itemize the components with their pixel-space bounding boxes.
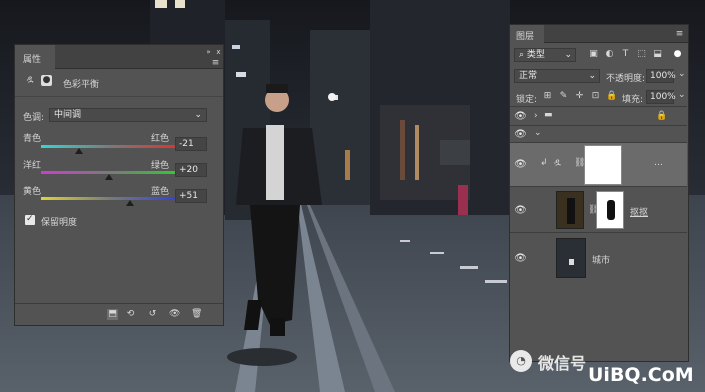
blend-mode-value: 正常: [519, 71, 538, 81]
filter-kind-dropdown[interactable]: ⌕ 类型 ⌄: [514, 48, 576, 62]
filter-type-icon[interactable]: T: [620, 49, 631, 60]
check-icon: ✓: [26, 214, 34, 224]
tone-dropdown[interactable]: 中间调 ⌄: [49, 108, 207, 122]
tab-layers[interactable]: 图层: [510, 25, 544, 43]
visibility-eye-icon[interactable]: 👁: [514, 204, 527, 217]
tab-properties-label: 属性: [23, 55, 42, 65]
layer-thumbnail: [556, 191, 584, 229]
layer-row-group-open[interactable]: 👁 ⌄: [510, 125, 687, 142]
slider-yellow-label: 黄色: [23, 187, 42, 197]
watermark-text: 微信号: [538, 354, 587, 373]
collapse-chevron-icon[interactable]: ⌄: [534, 128, 542, 138]
color-balance-icon: ዷ: [26, 75, 34, 85]
slider-cyan-label: 青色: [23, 134, 42, 144]
layer-name[interactable]: 城市: [592, 253, 610, 266]
fill-field[interactable]: 100%: [646, 90, 676, 104]
lock-all-icon[interactable]: 🔒: [606, 91, 617, 102]
lock-position-icon[interactable]: ✛: [574, 91, 585, 102]
lock-artboard-icon[interactable]: ⊡: [590, 91, 601, 102]
opacity-label: 不透明度:: [606, 74, 646, 84]
properties-panel: 属性 » x ≡ ዷ ● 色彩平衡 色调: 中间调 ⌄ 青色 红色 -21 洋红…: [14, 44, 224, 326]
cyan-red-track[interactable]: [41, 145, 179, 148]
watermark: ◔ 微信号 UiBQ.CoM: [508, 346, 705, 392]
slider-green-label: 绿色: [151, 161, 170, 171]
opacity-field[interactable]: 100%: [646, 69, 676, 83]
filter-pixel-icon[interactable]: ▣: [588, 49, 599, 60]
layer-name[interactable]: 抠抠: [630, 205, 648, 218]
adjustment-name: 色彩平衡: [63, 80, 100, 90]
divider: [15, 96, 223, 97]
visibility-eye-icon[interactable]: 👁: [514, 252, 527, 265]
tone-label: 色调:: [23, 113, 45, 123]
magenta-green-thumb[interactable]: [105, 174, 113, 180]
clip-arrow-icon: ↲: [540, 158, 548, 168]
mask-icon[interactable]: ●: [41, 75, 52, 86]
tone-value: 中间调: [54, 110, 82, 120]
preserve-luminosity-checkbox[interactable]: ✓: [25, 214, 35, 225]
tab-properties[interactable]: 属性: [15, 45, 55, 69]
visibility-eye-icon[interactable]: 👁: [514, 110, 527, 123]
cyan-red-thumb[interactable]: [75, 148, 83, 154]
search-icon: ⌕: [519, 50, 527, 60]
adjustment-mask-thumbnail[interactable]: [584, 145, 622, 185]
watermark-logo: UiBQ.CoM: [588, 364, 694, 386]
chevron-down-icon: ⌄: [564, 50, 572, 60]
layer-mask-thumbnail[interactable]: [596, 191, 624, 229]
wechat-icon: ◔: [510, 350, 532, 372]
reset-icon[interactable]: ↺: [147, 309, 158, 320]
visibility-eye-icon[interactable]: 👁: [169, 309, 180, 320]
filter-smart-object-icon[interactable]: ⬓: [652, 49, 663, 60]
blend-mode-dropdown[interactable]: 正常 ⌄: [514, 69, 600, 83]
lock-transparent-icon[interactable]: ⊞: [542, 91, 553, 102]
panel-menu-icon[interactable]: ≡: [674, 29, 685, 40]
clip-to-layer-icon[interactable]: ⬒: [107, 309, 118, 320]
tab-layers-label: 图层: [516, 32, 535, 42]
filter-adjustment-icon[interactable]: ◐: [604, 49, 615, 60]
layer-row-group[interactable]: 👁 › ▬ 🔒: [510, 106, 687, 125]
more-icon: …: [654, 158, 663, 168]
filter-shape-icon[interactable]: ⬚: [636, 49, 647, 60]
slider-magenta-label: 洋红: [23, 161, 42, 171]
expand-chevron-icon[interactable]: ›: [534, 111, 538, 121]
filter-toggle-icon[interactable]: ●: [672, 49, 683, 60]
properties-footer: ⬒ ⟲ ↺ 👁 🗑: [15, 303, 223, 325]
layers-tabbar: 图层 ≡: [510, 25, 688, 43]
filter-kind-value: 类型: [526, 50, 545, 60]
color-balance-icon: ዷ: [554, 158, 561, 168]
layer-row-color-balance[interactable]: 👁 ↲ ዷ ⛓ …: [510, 142, 687, 186]
trash-icon[interactable]: 🗑: [191, 309, 202, 320]
yellow-blue-value[interactable]: +51: [175, 189, 207, 203]
lock-icon: 🔒: [656, 111, 668, 121]
fill-label: 填充:: [622, 95, 644, 105]
panel-menu-icon[interactable]: ≡: [210, 58, 221, 69]
properties-tabbar: 属性 » x ≡: [15, 45, 223, 69]
visibility-eye-icon[interactable]: 👁: [514, 158, 527, 171]
layer-thumbnail: [556, 238, 586, 278]
yellow-blue-track[interactable]: [41, 197, 179, 200]
close-icon[interactable]: x: [213, 47, 224, 58]
magenta-green-value[interactable]: +20: [175, 163, 207, 177]
folder-icon: ▬: [544, 110, 553, 120]
layer-row-city[interactable]: 👁 城市: [510, 232, 687, 282]
yellow-blue-thumb[interactable]: [126, 200, 134, 206]
chevron-down-icon: ⌄: [588, 71, 596, 81]
lock-image-icon[interactable]: ✎: [558, 91, 569, 102]
slider-red-label: 红色: [151, 134, 170, 144]
adjustment-header: ዷ ● 色彩平衡: [15, 69, 223, 93]
visibility-eye-icon[interactable]: 👁: [514, 128, 527, 141]
lock-label: 锁定:: [516, 95, 538, 105]
chevron-down-icon: ⌄: [194, 110, 202, 120]
layer-row-model[interactable]: 👁 ⛓ 抠抠: [510, 186, 687, 232]
chevron-down-icon[interactable]: ⌄: [678, 90, 686, 100]
preserve-luminosity-label: 保留明度: [41, 218, 78, 228]
view-previous-icon[interactable]: ⟲: [125, 309, 136, 320]
slider-blue-label: 蓝色: [151, 187, 170, 197]
chevron-down-icon[interactable]: ⌄: [678, 69, 686, 79]
cyan-red-value[interactable]: -21: [175, 137, 207, 151]
